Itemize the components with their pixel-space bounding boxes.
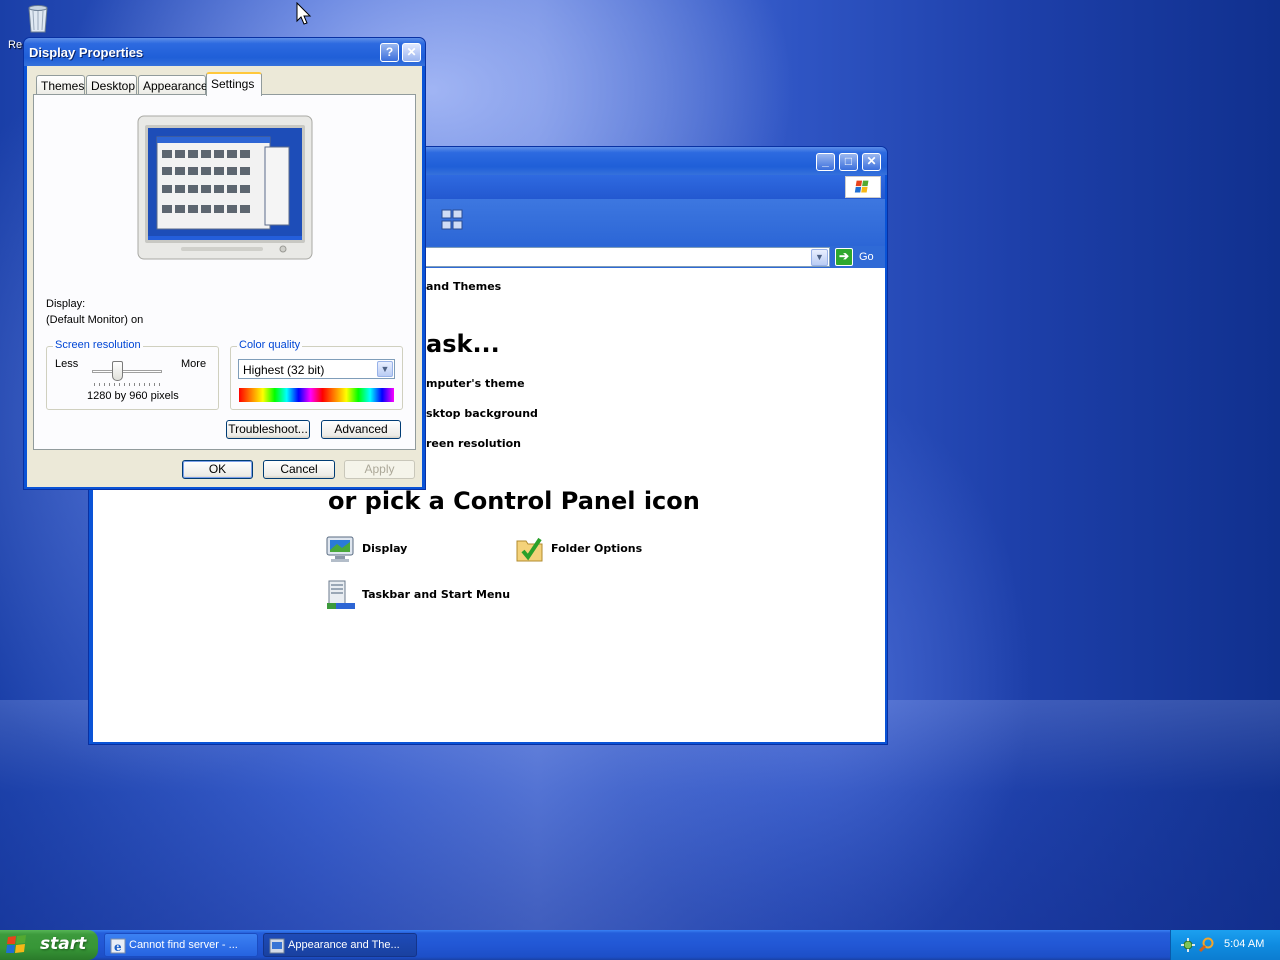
pick-icon-heading: or pick a Control Panel icon <box>328 487 700 515</box>
display-icon-label[interactable]: Display <box>362 542 407 555</box>
tab-themes[interactable]: Themes <box>36 75 85 95</box>
display-value: (Default Monitor) on <box>46 314 144 326</box>
settings-panel: Display: (Default Monitor) on Screen res… <box>33 94 416 450</box>
color-quality-title: Color quality <box>237 339 303 351</box>
taskbar-item-browser[interactable]: e Cannot find server - ... <box>104 933 258 957</box>
cancel-button[interactable]: Cancel <box>263 460 335 479</box>
color-quality-value: Highest (32 bit) <box>243 363 325 377</box>
taskbar-start-menu-label[interactable]: Taskbar and Start Menu <box>362 588 510 601</box>
screen-resolution-group: Screen resolution Less More 1280 by 960 … <box>46 339 219 410</box>
taskbar-start-menu-icon[interactable] <box>325 579 357 611</box>
close-button[interactable]: ✕ <box>862 153 881 171</box>
internet-explorer-icon: e <box>110 938 126 954</box>
chevron-down-icon[interactable]: ▼ <box>377 361 393 377</box>
resolution-slider-ticks <box>94 383 160 386</box>
resolution-slider-thumb[interactable] <box>112 361 123 381</box>
pick-task-heading: ask... <box>426 330 500 358</box>
mouse-cursor-icon <box>296 2 312 25</box>
system-tray: 5:04 AM <box>1170 930 1280 960</box>
taskbar-item-browser-label: Cannot find server - ... <box>129 939 238 951</box>
category-title: and Themes <box>426 280 502 293</box>
maximize-button[interactable]: □ <box>839 153 858 171</box>
network-icon[interactable] <box>1180 937 1196 953</box>
go-arrow-icon: ➔ <box>835 248 853 266</box>
recycle-bin-icon[interactable] <box>22 2 54 34</box>
display-icon[interactable] <box>325 533 357 565</box>
go-label: Go <box>859 251 874 263</box>
dialog-close-button[interactable]: ✕ <box>402 43 421 62</box>
tab-settings[interactable]: Settings <box>206 72 262 96</box>
task-link-theme[interactable]: mputer's theme <box>426 377 525 390</box>
svg-text:e: e <box>114 940 122 954</box>
address-dropdown-button[interactable]: ▼ <box>811 249 828 266</box>
monitor-preview <box>137 115 313 260</box>
dialog-title: Display Properties <box>29 45 144 60</box>
troubleshoot-button[interactable]: Troubleshoot... <box>226 420 310 439</box>
resolution-less-label: Less <box>55 358 79 370</box>
folder-options-icon[interactable] <box>514 533 546 565</box>
dialog-body: Themes Desktop Appearance Settings Displ… <box>27 66 422 487</box>
search-icon[interactable] <box>1199 937 1215 953</box>
tab-appearance[interactable]: Appearance <box>138 75 208 95</box>
taskbar: start e Cannot find server - ... Appeara… <box>0 930 1280 960</box>
go-button[interactable]: ➔ Go <box>835 248 881 266</box>
folder-options-label[interactable]: Folder Options <box>551 542 642 555</box>
advanced-button[interactable]: Advanced <box>321 420 401 439</box>
start-button[interactable]: start <box>0 930 98 960</box>
color-quality-select[interactable]: Highest (32 bit) ▼ <box>238 359 395 379</box>
minimize-button[interactable]: _ <box>816 153 835 171</box>
color-quality-group: Color quality Highest (32 bit) ▼ <box>230 339 403 410</box>
windows-flag-icon <box>6 935 26 953</box>
taskbar-item-appearance-label: Appearance and The... <box>288 939 400 951</box>
help-button[interactable]: ? <box>380 43 399 62</box>
apply-button[interactable]: Apply <box>344 460 415 479</box>
color-spectrum-bar <box>239 388 394 402</box>
task-link-resolution[interactable]: reen resolution <box>426 437 521 450</box>
dialog-titlebar[interactable]: Display Properties ? ✕ <box>24 38 425 66</box>
screen-resolution-title: Screen resolution <box>53 339 143 351</box>
windows-logo-icon <box>845 176 881 198</box>
resolution-more-label: More <box>181 358 207 370</box>
task-link-background[interactable]: sktop background <box>426 407 538 420</box>
display-label: Display: <box>46 298 86 310</box>
start-label: start <box>40 934 87 954</box>
resolution-slider-track[interactable] <box>92 370 162 373</box>
clock[interactable]: 5:04 AM <box>1224 938 1264 950</box>
tab-desktop[interactable]: Desktop <box>86 75 137 95</box>
resolution-value: 1280 by 960 pixels <box>87 390 179 402</box>
display-properties-dialog: Display Properties ? ✕ Themes Desktop Ap… <box>23 37 426 490</box>
taskbar-item-appearance[interactable]: Appearance and The... <box>263 933 417 957</box>
views-icon[interactable] <box>441 208 465 232</box>
ok-button[interactable]: OK <box>182 460 253 479</box>
control-panel-icon <box>269 938 285 954</box>
recycle-bin-label[interactable]: Re <box>8 39 22 51</box>
